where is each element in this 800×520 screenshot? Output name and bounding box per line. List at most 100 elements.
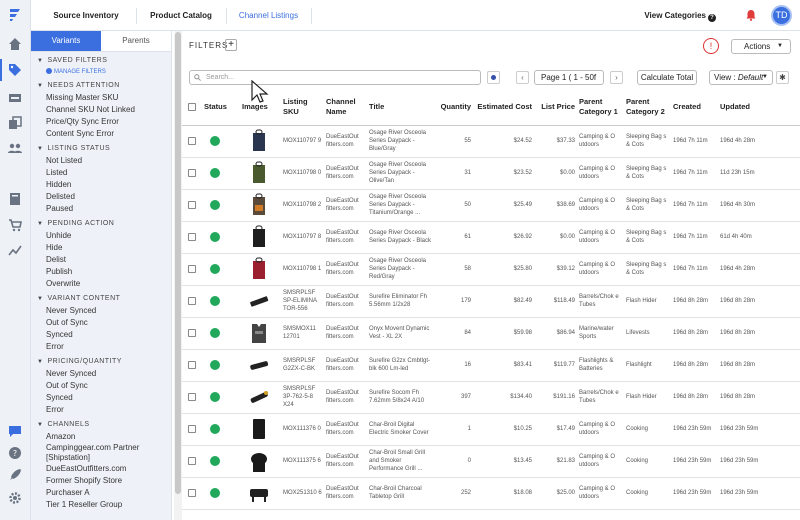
column-quantity[interactable]: Quantity (437, 90, 473, 126)
table-row[interactable]: SMSMOX11 12701 DueEastOut fitters.com Onyx… (182, 317, 800, 350)
filter-content-synced[interactable]: Synced (31, 329, 171, 341)
filter-hide[interactable]: Hide (31, 242, 171, 254)
listing-title[interactable]: Osage River Osceola Series Daypack - Tit… (367, 189, 437, 222)
column-created[interactable]: Created (671, 90, 718, 126)
pending-action-heading[interactable]: ▼ PENDING ACTION (31, 218, 171, 230)
image-cell[interactable] (240, 317, 281, 350)
image-cell[interactable] (240, 253, 281, 286)
tab-channel-listings[interactable]: Channel Listings (231, 0, 306, 31)
column-updated[interactable]: Updated (718, 90, 800, 126)
image-cell[interactable] (240, 285, 281, 318)
row-select-cell[interactable] (182, 445, 202, 478)
previous-page-button[interactable]: ‹ (516, 71, 529, 84)
listing-sku[interactable]: SMSMOX11 12701 (281, 317, 324, 350)
search-options-icon[interactable] (487, 71, 500, 84)
filter-pricing-error[interactable]: Error (31, 404, 171, 416)
product-thumbnail-backpack-olive[interactable] (248, 161, 270, 185)
filter-channel-purchaser-a[interactable]: Purchaser A (31, 487, 171, 499)
table-row[interactable]: MOX111376 0 DueEastOut fitters.com Char-Br… (182, 413, 800, 446)
table-row[interactable]: MOX110798 1 DueEastOut fitters.com Osage R… (182, 253, 800, 286)
tag-icon[interactable] (0, 59, 22, 81)
product-thumbnail-grill[interactable] (248, 481, 270, 505)
filter-channel-amazon[interactable]: Amazon (31, 431, 171, 443)
table-row[interactable]: MOX110797 8 DueEastOut fitters.com Osage R… (182, 221, 800, 254)
table-row[interactable]: SMSRPLSF 3P-762-5-8 X24 DueEastOut fitter… (182, 381, 800, 414)
table-row[interactable]: MOX110798 2 DueEastOut fitters.com Osage R… (182, 189, 800, 222)
tab-product-catalog[interactable]: Product Catalog (141, 0, 221, 31)
app-logo-icon[interactable] (8, 8, 22, 22)
column-listing-sku[interactable]: Listing SKU (281, 90, 324, 126)
image-cell[interactable] (240, 157, 281, 190)
product-thumbnail-backpack-blue[interactable] (248, 129, 270, 153)
copy-icon[interactable] (8, 116, 22, 130)
page-select[interactable]: Page 1 ( 1 - 50f (534, 70, 604, 85)
image-cell[interactable] (240, 189, 281, 222)
table-row[interactable]: MOX110797 9 DueEastOut fitters.com Osage R… (182, 125, 800, 158)
filter-channel-campinggear[interactable]: Campinggear.com Partner [Shipstation] (31, 443, 171, 463)
tab-variants[interactable]: Variants (31, 31, 101, 51)
product-thumbnail-backpack-black[interactable] (248, 225, 270, 249)
tab-parents[interactable]: Parents (101, 31, 171, 51)
row-checkbox[interactable] (188, 393, 196, 401)
row-select-cell[interactable] (182, 381, 202, 414)
column-parent-category-2[interactable]: Parent Category 2 (624, 90, 671, 126)
filter-paused[interactable]: Paused (31, 203, 171, 215)
image-cell[interactable] (240, 125, 281, 158)
calculate-total-button[interactable]: Calculate Total (637, 70, 697, 85)
add-filter-button[interactable]: + (225, 39, 237, 51)
listing-title[interactable]: Osage River Osceola Series Daypack - Blu… (367, 125, 437, 158)
filter-content-out-of-sync[interactable]: Out of Sync (31, 317, 171, 329)
next-page-button[interactable]: › (610, 71, 623, 84)
row-checkbox[interactable] (188, 169, 196, 177)
filter-not-listed[interactable]: Not Listed (31, 155, 171, 167)
row-checkbox[interactable] (188, 297, 196, 305)
row-checkbox[interactable] (188, 265, 196, 273)
filter-delist[interactable]: Delist (31, 254, 171, 266)
document-icon[interactable] (8, 192, 22, 206)
sidebar-scrollbar-thumb[interactable] (175, 32, 181, 494)
filter-price-qty-sync-error[interactable]: Price/Qty Sync Error (31, 116, 171, 128)
listing-sku[interactable]: MOX111376 0 (281, 413, 324, 446)
listing-title[interactable]: Onyx Movent Dynamic Vest - XL 2X (367, 317, 437, 350)
settings-gear-icon[interactable] (8, 491, 22, 505)
filter-content-error[interactable]: Error (31, 341, 171, 353)
listing-sku[interactable]: SMSRPLSF G2ZX-C-BK (281, 349, 324, 382)
filter-pricing-out-of-sync[interactable]: Out of Sync (31, 380, 171, 392)
row-checkbox[interactable] (188, 361, 196, 369)
column-list-price[interactable]: List Price (534, 90, 577, 126)
row-checkbox[interactable] (188, 329, 196, 337)
image-cell[interactable] (240, 381, 281, 414)
tab-source-inventory[interactable]: Source Inventory (41, 0, 131, 31)
listing-title[interactable]: Surefire Socom Fh 7.62mm 5/8x24 A/10 (367, 381, 437, 414)
listing-sku[interactable]: MOX110797 9 (281, 125, 324, 158)
filter-missing-master-sku[interactable]: Missing Master SKU (31, 92, 171, 104)
image-cell[interactable] (240, 221, 281, 254)
row-select-cell[interactable] (182, 413, 202, 446)
select-all-checkbox[interactable] (188, 103, 196, 112)
listing-sku[interactable]: MOX110798 0 (281, 157, 324, 190)
alert-warning-icon[interactable]: ! (703, 38, 719, 54)
row-select-cell[interactable] (182, 477, 202, 510)
listing-title[interactable]: Osage River Osceola Series Daypack - Red… (367, 253, 437, 286)
listing-sku[interactable]: MOX110797 8 (281, 221, 324, 254)
row-select-cell[interactable] (182, 253, 202, 286)
listing-title[interactable]: Surefire Eliminator Fh 5.56mm 1/2x28 (367, 285, 437, 318)
product-thumbnail-backpack-orange[interactable] (248, 193, 270, 217)
search-input[interactable]: Search... (189, 70, 481, 85)
filter-channel-sku-not-linked[interactable]: Channel SKU Not Linked (31, 104, 171, 116)
listing-sku[interactable]: MOX251310 6 (281, 477, 324, 510)
listing-status-heading[interactable]: ▼ LISTING STATUS (31, 143, 171, 155)
table-row[interactable]: SMSRPLSF G2ZX-C-BK DueEastOut fitters.com… (182, 349, 800, 382)
product-thumbnail-flashlight2[interactable] (248, 385, 270, 409)
select-all-header[interactable] (182, 90, 202, 126)
image-cell[interactable] (240, 413, 281, 446)
product-thumbnail-vest[interactable] (248, 321, 270, 345)
filter-content-sync-error[interactable]: Content Sync Error (31, 128, 171, 140)
row-select-cell[interactable] (182, 189, 202, 222)
filter-publish[interactable]: Publish (31, 266, 171, 278)
table-row[interactable]: MOX111375 6 DueEastOut fitters.com Char-Br… (182, 445, 800, 478)
filter-channel-dueeast[interactable]: DueEastOutfitters.com (31, 463, 171, 475)
filter-content-never-synced[interactable]: Never Synced (31, 305, 171, 317)
column-channel-name[interactable]: Channel Name (324, 90, 367, 126)
view-settings-gear-icon[interactable]: ✱ (776, 71, 789, 84)
